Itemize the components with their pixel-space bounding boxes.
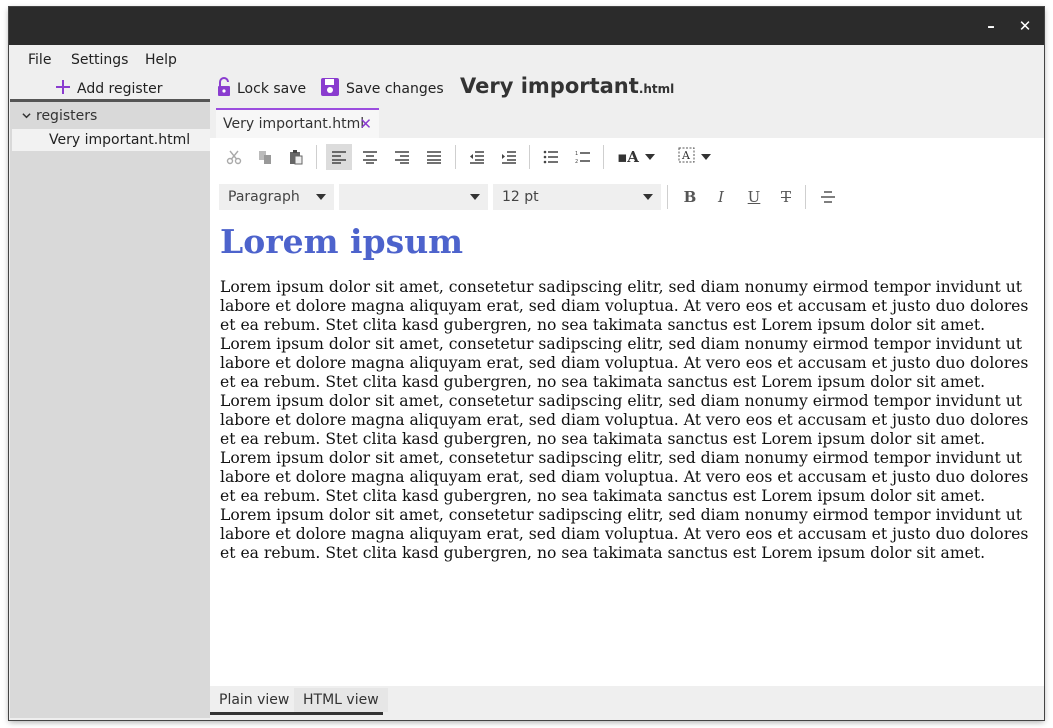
underline-icon[interactable]: U xyxy=(741,184,767,210)
minimize-button[interactable]: – xyxy=(981,16,1001,36)
italic-icon[interactable]: I xyxy=(708,184,734,210)
chevron-down-icon xyxy=(470,194,480,200)
menu-file[interactable]: File xyxy=(28,52,51,68)
chevron-down-icon[interactable] xyxy=(22,108,31,124)
save-changes-label: Save changes xyxy=(346,81,444,97)
menu-help[interactable]: Help xyxy=(145,52,177,68)
unlock-icon xyxy=(217,77,231,101)
sidebar-item-label: Very important.html xyxy=(49,132,191,148)
text-color-icon: ▪A xyxy=(617,148,639,166)
add-register-label: Add register xyxy=(77,81,163,97)
paragraph-style-value: Paragraph xyxy=(228,189,300,205)
background-color-dropdown[interactable]: A xyxy=(672,144,716,170)
text-color-dropdown[interactable]: ▪A xyxy=(614,144,658,170)
document-title: Very important.html xyxy=(460,74,674,98)
align-right-icon[interactable] xyxy=(389,144,415,170)
toolbar-separator xyxy=(316,145,317,169)
menu-settings[interactable]: Settings xyxy=(71,52,128,68)
chevron-down-icon xyxy=(700,154,711,160)
document-title-extension: .html xyxy=(638,82,675,96)
document-content[interactable]: Lorem ipsum Lorem ipsum dolor sit amet, … xyxy=(220,222,1030,563)
close-window-button[interactable]: ✕ xyxy=(1015,16,1035,36)
align-left-icon[interactable] xyxy=(326,144,352,170)
tree-root[interactable]: registers xyxy=(22,108,97,124)
align-center-icon[interactable] xyxy=(357,144,383,170)
align-justify-icon[interactable] xyxy=(421,144,447,170)
paste-icon[interactable] xyxy=(283,144,309,170)
title-bar: – ✕ xyxy=(9,7,1044,45)
toolbar-separator xyxy=(455,145,456,169)
toolbar-separator xyxy=(529,145,530,169)
toolbar-separator xyxy=(667,185,668,209)
document-paragraph[interactable]: Lorem ipsum dolor sit amet, consetetur s… xyxy=(220,278,1030,563)
sidebar-item-very-important[interactable]: Very important.html xyxy=(12,129,210,151)
tab-label: Very important.html xyxy=(223,116,365,132)
lock-save-button[interactable]: Lock save xyxy=(217,76,306,102)
numbered-list-icon[interactable]: 12 xyxy=(570,144,596,170)
indent-icon[interactable] xyxy=(496,144,522,170)
tree-root-label: registers xyxy=(36,108,98,124)
svg-text:A: A xyxy=(681,149,691,162)
document-title-name: Very important xyxy=(460,74,639,98)
chevron-down-icon xyxy=(644,154,655,160)
svg-text:1: 1 xyxy=(575,151,578,157)
font-size-value: 12 pt xyxy=(502,189,539,205)
document-heading[interactable]: Lorem ipsum xyxy=(220,222,1030,262)
chevron-down-icon xyxy=(316,194,326,200)
tab-html-view[interactable]: HTML view xyxy=(294,688,388,712)
highlight-icon: A xyxy=(678,147,696,167)
lock-save-label: Lock save xyxy=(237,81,307,97)
toolbar-separator xyxy=(805,185,806,209)
outdent-icon[interactable] xyxy=(464,144,490,170)
sidebar xyxy=(10,102,210,718)
save-changes-button[interactable]: Save changes xyxy=(320,76,444,102)
toolbar-separator xyxy=(603,145,604,169)
svg-text:2: 2 xyxy=(575,159,578,164)
plus-icon xyxy=(55,79,71,99)
chevron-down-icon xyxy=(643,194,653,200)
horizontal-rule-icon[interactable] xyxy=(815,184,841,210)
strikethrough-icon[interactable]: T xyxy=(773,184,799,210)
tab-plain-view[interactable]: Plain view xyxy=(219,688,289,712)
tab-very-important[interactable]: Very important.html ✕ xyxy=(216,108,379,138)
cut-icon[interactable] xyxy=(221,144,247,170)
font-size-select[interactable]: 12 pt xyxy=(493,184,661,210)
bold-icon[interactable]: B xyxy=(677,184,703,210)
copy-icon[interactable] xyxy=(252,144,278,170)
bullet-list-icon[interactable] xyxy=(538,144,564,170)
close-tab-icon[interactable]: ✕ xyxy=(359,110,372,138)
paragraph-style-select[interactable]: Paragraph xyxy=(219,184,334,210)
view-tabs-underline xyxy=(210,712,383,715)
floppy-disk-icon xyxy=(320,77,340,101)
font-family-select[interactable] xyxy=(339,184,488,210)
